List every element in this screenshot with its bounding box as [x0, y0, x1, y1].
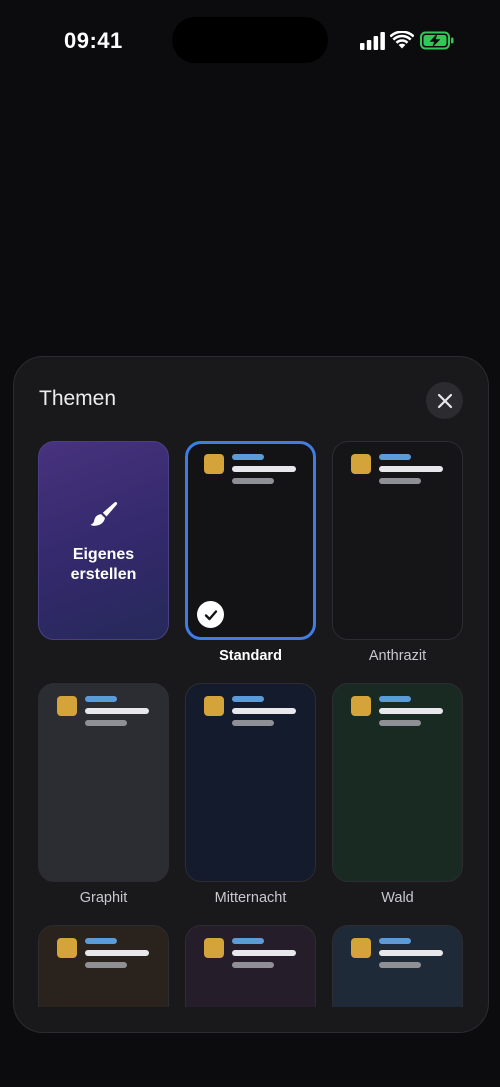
preview-line	[232, 478, 274, 484]
preview-line	[232, 938, 264, 944]
preview-icon-square	[204, 454, 224, 474]
preview-line	[379, 720, 421, 726]
close-button[interactable]	[426, 382, 463, 419]
preview-line	[85, 962, 127, 968]
theme-tile-anthrazit[interactable]	[332, 441, 463, 640]
preview-line	[85, 708, 149, 714]
preview-line	[379, 696, 411, 702]
paintbrush-icon	[90, 502, 117, 526]
preview-line	[232, 708, 296, 714]
checkmark-icon	[204, 609, 217, 620]
preview-line	[232, 466, 296, 472]
preview-icon-square	[351, 938, 371, 958]
preview-icon-square	[351, 696, 371, 716]
theme-tile-wald[interactable]	[332, 683, 463, 882]
preview-icon-square	[204, 696, 224, 716]
signal-bars-icon	[360, 32, 385, 50]
theme-label-anthrazit: Anthrazit	[368, 648, 427, 664]
preview-icon-square	[204, 938, 224, 958]
preview-line	[232, 962, 274, 968]
battery-charging-icon	[420, 31, 454, 50]
preview-line	[232, 454, 264, 460]
theme-tile-mitternacht[interactable]	[185, 683, 316, 882]
themes-sheet: Themen Eigenes erstellen Standard Anthra…	[13, 356, 489, 1033]
theme-tile[interactable]	[332, 925, 463, 1007]
preview-line	[379, 950, 443, 956]
theme-label-wald: Wald	[381, 890, 414, 906]
theme-label-mitternacht: Mitternacht	[214, 890, 287, 906]
preview-icon-square	[57, 696, 77, 716]
preview-icon-square	[351, 454, 371, 474]
preview-line	[379, 962, 421, 968]
theme-tile[interactable]	[185, 925, 316, 1007]
preview-line	[379, 454, 411, 460]
theme-label-standard: Standard	[219, 648, 282, 664]
selected-check-badge	[197, 601, 224, 628]
status-time: 09:41	[64, 28, 123, 53]
preview-line	[379, 938, 411, 944]
custom-theme-label-line2: erstellen	[70, 566, 137, 583]
wifi-icon	[390, 31, 414, 49]
theme-tile[interactable]	[38, 925, 169, 1007]
preview-line	[232, 720, 274, 726]
preview-line	[85, 720, 127, 726]
preview-line	[232, 696, 264, 702]
theme-label-graphit: Graphit	[79, 890, 128, 906]
preview-line	[85, 950, 149, 956]
create-custom-theme-tile[interactable]: Eigenes erstellen	[38, 441, 169, 640]
preview-line	[85, 938, 117, 944]
close-icon	[437, 393, 452, 408]
themes-grid: Eigenes erstellen Standard Anthrazit Gra…	[14, 441, 488, 1007]
custom-theme-label-line1: Eigenes	[72, 546, 135, 563]
status-bar: 09:41	[0, 0, 500, 80]
dynamic-island	[172, 17, 328, 63]
preview-icon-square	[57, 938, 77, 958]
preview-line	[379, 466, 443, 472]
preview-line	[379, 478, 421, 484]
preview-line	[232, 950, 296, 956]
theme-tile-standard[interactable]	[185, 441, 316, 640]
theme-tile-graphit[interactable]	[38, 683, 169, 882]
preview-line	[379, 708, 443, 714]
preview-line	[85, 696, 117, 702]
sheet-title: Themen	[39, 387, 117, 410]
